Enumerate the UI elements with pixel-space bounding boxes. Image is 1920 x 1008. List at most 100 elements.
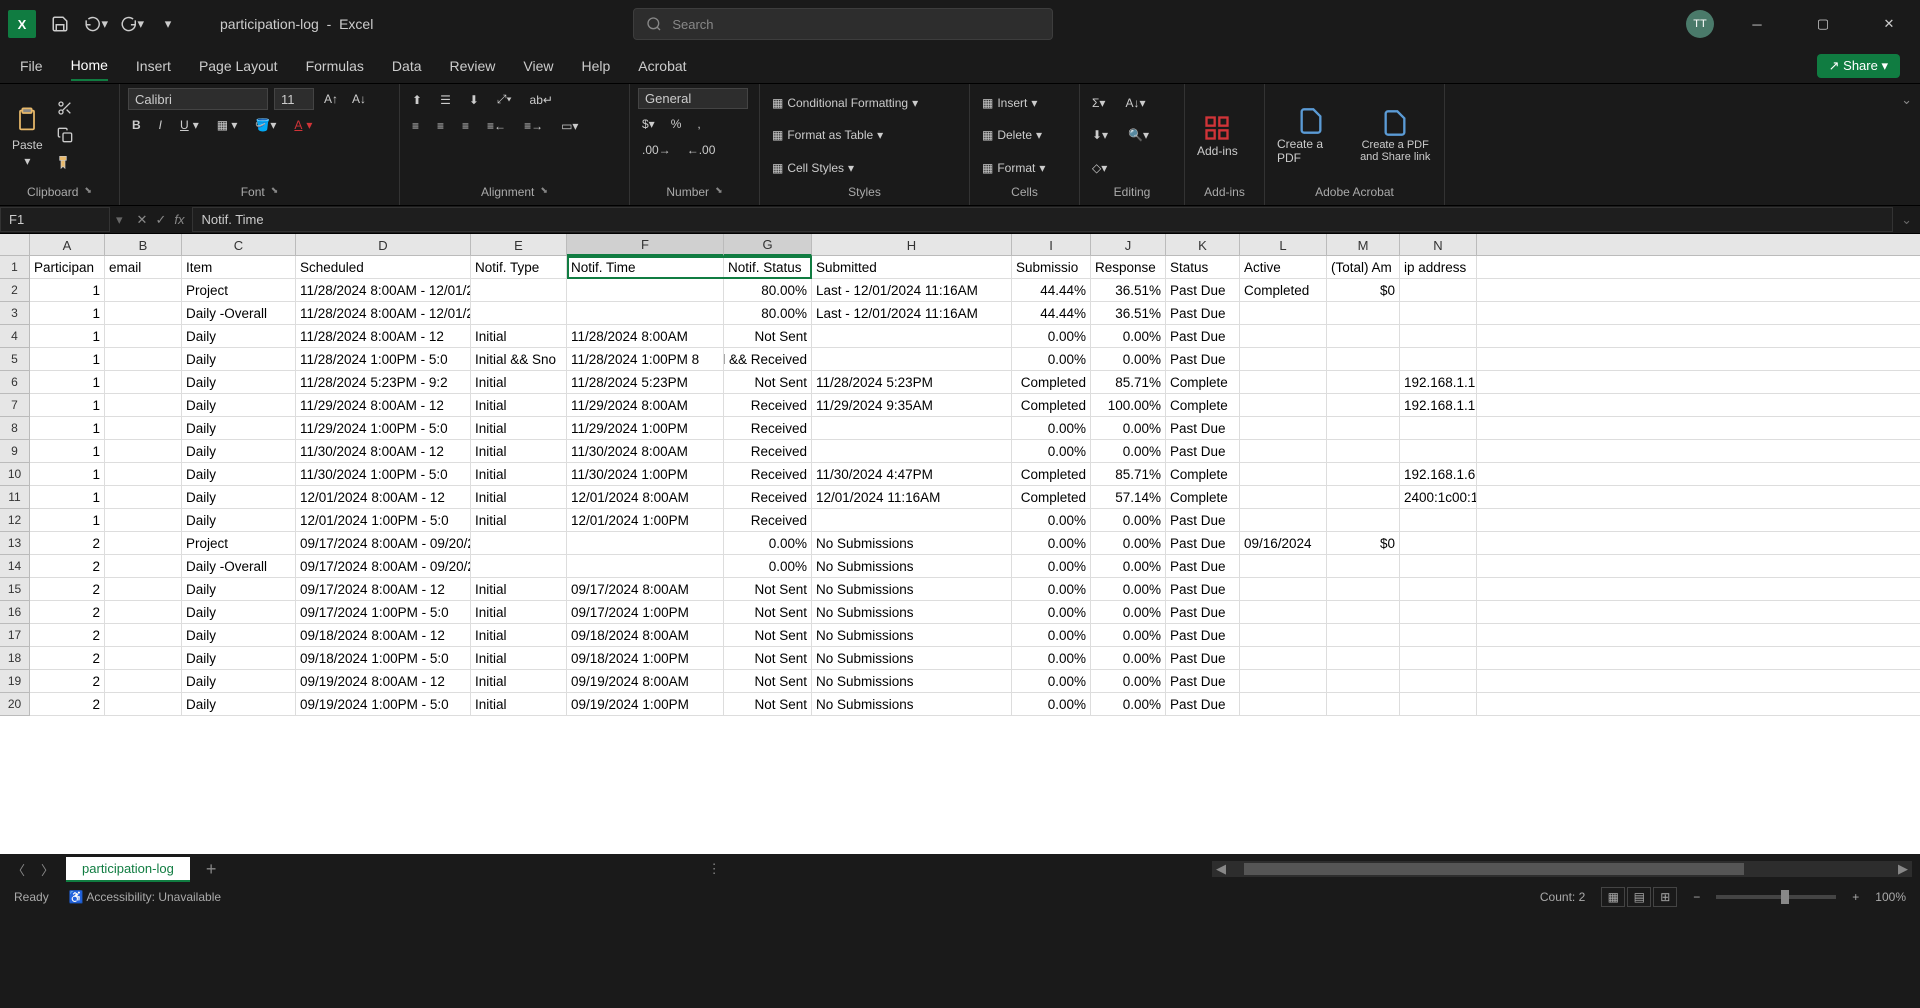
cell[interactable] [105,693,182,715]
align-middle-icon[interactable]: ☰ [436,88,455,111]
cell[interactable]: Daily [182,601,296,623]
cell[interactable]: Project [182,532,296,554]
align-right-icon[interactable]: ≡ [458,115,473,137]
formula-expand-icon[interactable]: ⌄ [1893,212,1920,228]
row-header[interactable]: 18 [0,647,29,670]
cell[interactable] [1240,670,1327,692]
row-header[interactable]: 16 [0,601,29,624]
row-header[interactable]: 3 [0,302,29,325]
create-pdf-button[interactable]: Create a PDF [1273,103,1348,169]
formula-input[interactable] [192,207,1893,232]
cell[interactable] [1400,302,1477,324]
cell[interactable] [567,279,724,301]
cell[interactable]: 2 [30,532,105,554]
cell[interactable]: 09/19/2024 8:00AM [567,670,724,692]
row-header[interactable]: 17 [0,624,29,647]
row-header[interactable]: 20 [0,693,29,716]
cell[interactable]: Last - 12/01/2024 11:16AM [812,279,1012,301]
cell[interactable]: 0.00% [1091,670,1166,692]
add-sheet-icon[interactable]: + [198,855,225,884]
cell[interactable]: 1 [30,279,105,301]
cell[interactable]: 1 [30,509,105,531]
cell[interactable]: No Submissions [812,532,1012,554]
cell[interactable]: 192.168.1.6 [1400,463,1477,485]
cell[interactable] [812,348,1012,370]
cell[interactable]: Daily [182,647,296,669]
delete-cells-button[interactable]: ▦ Delete ▾ [978,124,1046,146]
number-format-input[interactable] [638,88,748,109]
cell[interactable] [1400,348,1477,370]
header-cell[interactable]: (Total) Am [1327,256,1400,278]
fx-icon[interactable]: fx [174,212,184,228]
cell[interactable] [1400,532,1477,554]
cell[interactable]: Complete [1166,371,1240,393]
cell[interactable] [567,302,724,324]
italic-button[interactable]: I [155,114,166,136]
cell[interactable] [1240,325,1327,347]
col-header-H[interactable]: H [812,234,1012,256]
header-cell[interactable]: email [105,256,182,278]
cell[interactable] [1327,440,1400,462]
cell[interactable]: 1 [30,371,105,393]
cell[interactable] [1240,371,1327,393]
cell[interactable] [1327,486,1400,508]
cell[interactable]: Daily -Overall [182,302,296,324]
cell[interactable]: 0.00% [1091,325,1166,347]
paste-button[interactable]: Paste▾ [8,100,47,172]
cell[interactable]: 0.00% [1091,417,1166,439]
cell[interactable]: Past Due [1166,532,1240,554]
cell[interactable] [105,417,182,439]
cell[interactable] [1240,463,1327,485]
header-cell[interactable]: Participan [30,256,105,278]
cell[interactable]: 09/19/2024 1:00PM - 5:0 [296,693,471,715]
cell[interactable]: 09/17/2024 8:00AM [567,578,724,600]
cell[interactable]: Past Due [1166,578,1240,600]
cell[interactable]: 80.00% [724,302,812,324]
cell[interactable]: 100.00% [1091,394,1166,416]
cell[interactable]: 11/29/2024 9:35AM [812,394,1012,416]
col-header-M[interactable]: M [1327,234,1400,256]
cell[interactable]: Past Due [1166,555,1240,577]
cell[interactable]: Daily [182,417,296,439]
cell[interactable]: Received [724,394,812,416]
cell[interactable]: 11/28/2024 5:23PM [567,371,724,393]
cell[interactable]: 0.00% [1012,417,1091,439]
sheet-tab[interactable]: participation-log [66,857,190,882]
cell[interactable] [1327,693,1400,715]
row-header[interactable]: 6 [0,371,29,394]
cell[interactable] [1400,279,1477,301]
cell[interactable]: Daily [182,463,296,485]
cell[interactable] [812,417,1012,439]
cell[interactable]: Completed [1012,486,1091,508]
cell[interactable]: Initial [471,486,567,508]
cell[interactable]: Received [724,463,812,485]
tab-formulas[interactable]: Formulas [306,52,364,80]
row-header[interactable]: 2 [0,279,29,302]
indent-decrease-icon[interactable]: ≡← [483,115,510,137]
cell[interactable]: No Submissions [812,647,1012,669]
header-cell[interactable]: Notif. Time [567,256,724,278]
cell[interactable]: 11/29/2024 8:00AM [567,394,724,416]
cell[interactable]: Received [724,509,812,531]
row-header[interactable]: 5 [0,348,29,371]
col-header-A[interactable]: A [30,234,105,256]
qat-dropdown-icon[interactable]: ▾ [156,12,180,36]
cell[interactable] [1240,578,1327,600]
undo-icon[interactable]: ▾ [84,12,108,36]
find-icon[interactable]: 🔍▾ [1124,124,1153,146]
cell[interactable]: $0 [1327,279,1400,301]
cell[interactable]: Daily [182,509,296,531]
clear-icon[interactable]: ◇▾ [1088,157,1111,179]
cell[interactable] [1327,578,1400,600]
cell[interactable]: Initial [471,463,567,485]
cell[interactable]: Daily [182,325,296,347]
tab-options-icon[interactable]: ⋮ [708,861,729,877]
cell[interactable]: Received && Received [724,348,812,370]
cell[interactable]: 09/16/2024 [1240,532,1327,554]
cell[interactable]: Initial [471,371,567,393]
cell[interactable]: 0.00% [1012,624,1091,646]
conditional-formatting-button[interactable]: ▦ Conditional Formatting ▾ [768,92,922,114]
copy-icon[interactable] [53,123,77,147]
cell[interactable]: Past Due [1166,417,1240,439]
cell[interactable]: 0.00% [1012,348,1091,370]
